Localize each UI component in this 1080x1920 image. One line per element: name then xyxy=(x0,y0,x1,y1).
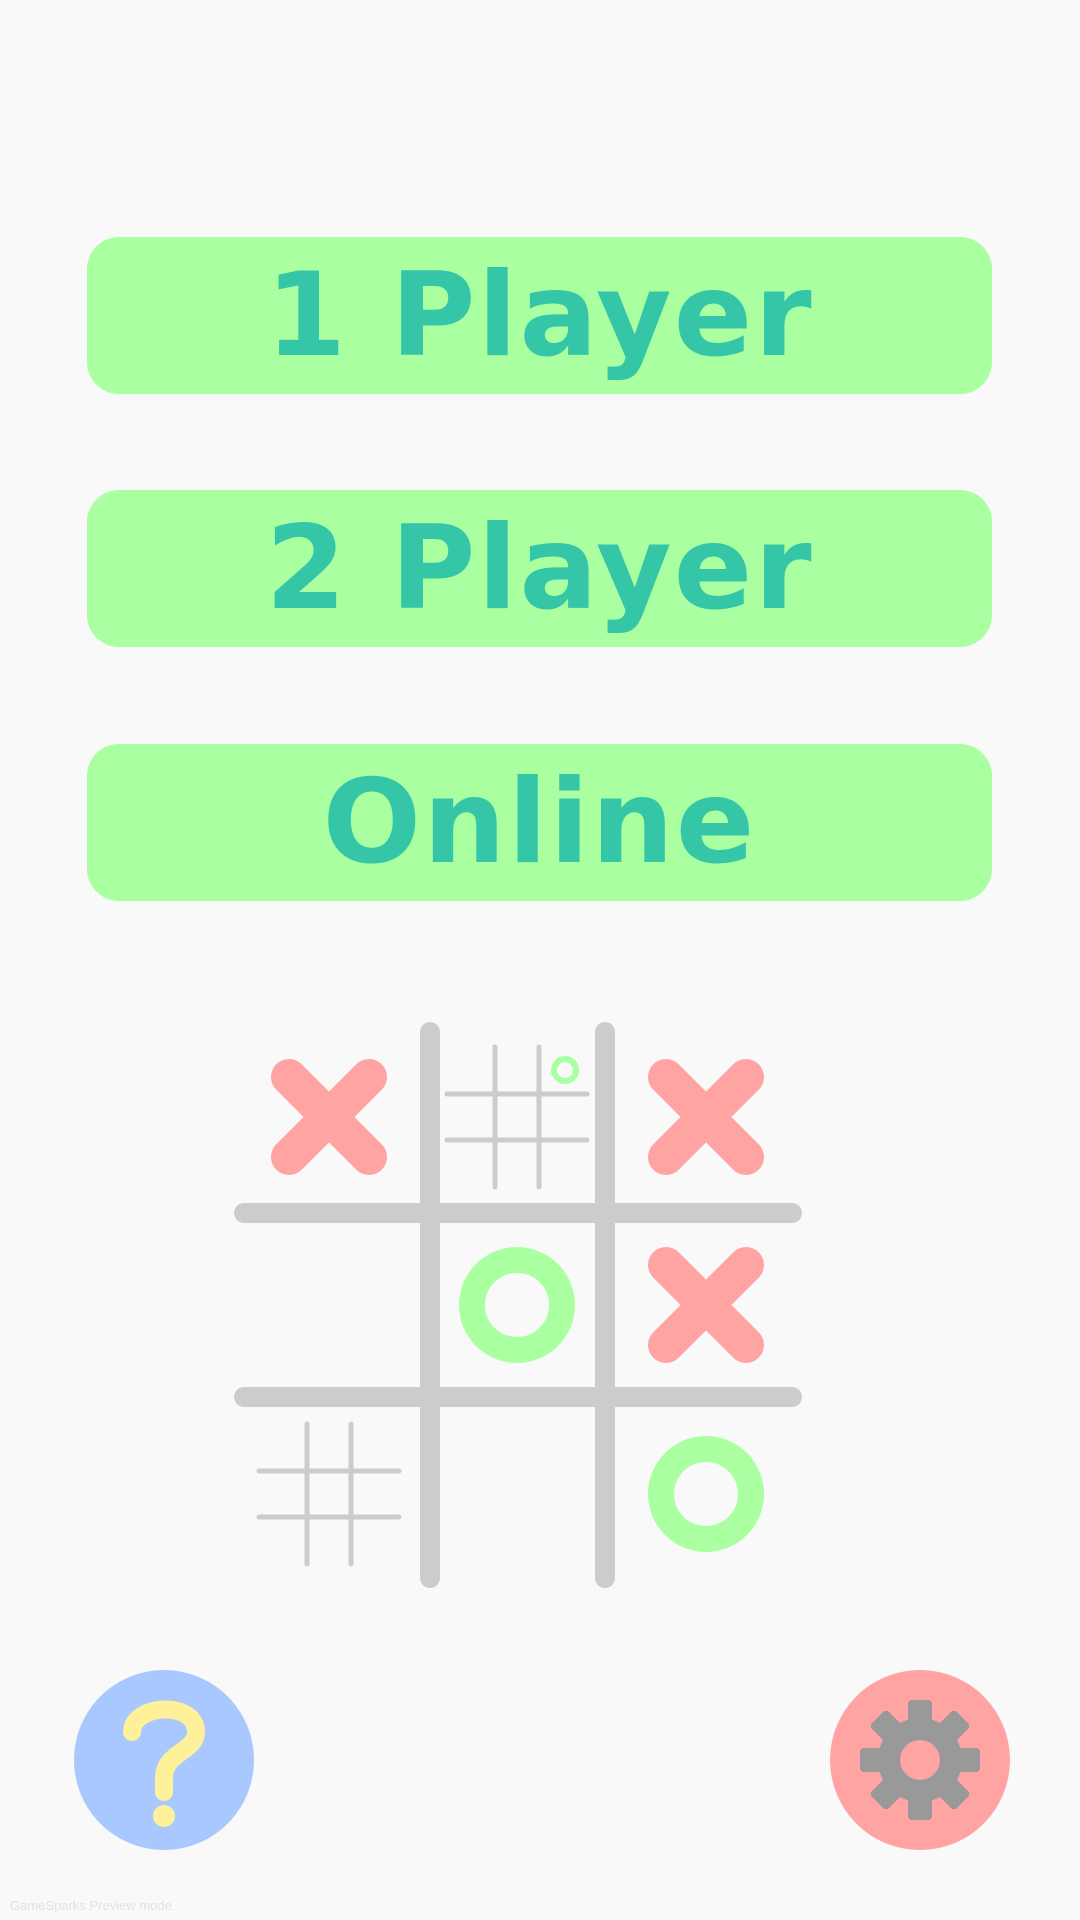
board-cell-9[interactable] xyxy=(621,1409,791,1579)
board-cell-5[interactable] xyxy=(432,1220,602,1390)
o-mark xyxy=(648,1436,764,1552)
board-cell-2[interactable] xyxy=(432,1032,602,1202)
board-cell-1[interactable] xyxy=(244,1032,414,1202)
help-button[interactable] xyxy=(74,1670,254,1850)
one-player-button[interactable]: 1 Player xyxy=(87,237,992,394)
online-button[interactable]: Online xyxy=(87,744,992,901)
preview-mode-label: GameSparks Preview mode xyxy=(10,1898,172,1913)
mini-o-mark xyxy=(551,1056,579,1084)
board-cell-3[interactable] xyxy=(621,1032,791,1202)
board-cell-7[interactable] xyxy=(244,1409,414,1579)
board-cell-6[interactable] xyxy=(621,1220,791,1390)
o-mark xyxy=(459,1247,575,1363)
board-cell-8[interactable] xyxy=(432,1409,602,1579)
question-mark-icon xyxy=(123,1700,205,1827)
gear-icon xyxy=(860,1700,980,1820)
two-player-button[interactable]: 2 Player xyxy=(87,490,992,647)
board-cell-4[interactable] xyxy=(244,1220,414,1390)
settings-button[interactable] xyxy=(830,1670,1010,1850)
